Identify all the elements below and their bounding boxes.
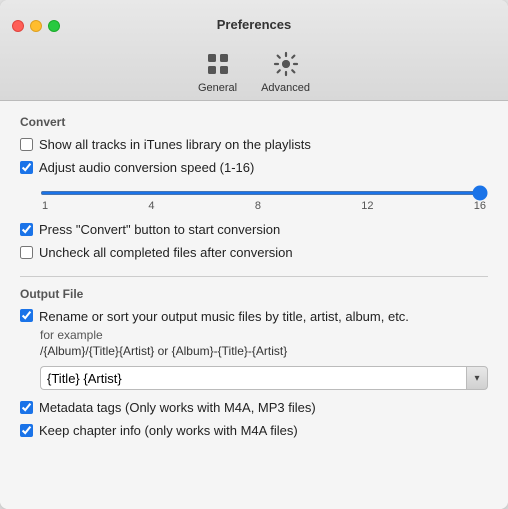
tab-general[interactable]: General bbox=[186, 44, 249, 100]
rename-sort-row: Rename or sort your output music files b… bbox=[20, 309, 488, 324]
speed-slider-container: 1 4 8 12 16 bbox=[40, 183, 488, 212]
slider-label-1: 1 bbox=[42, 200, 48, 212]
rename-sort-label[interactable]: Rename or sort your output music files b… bbox=[39, 309, 409, 324]
gear-icon bbox=[270, 48, 302, 80]
press-convert-row: Press "Convert" button to start conversi… bbox=[20, 222, 488, 237]
toolbar: General Advanced bbox=[186, 38, 322, 100]
keep-chapter-checkbox[interactable] bbox=[20, 424, 33, 437]
title-bar: Preferences General bbox=[0, 0, 508, 101]
section-divider bbox=[20, 276, 488, 277]
template-dropdown-button[interactable]: ▾ bbox=[466, 366, 488, 390]
press-convert-checkbox[interactable] bbox=[20, 223, 33, 236]
output-section: Output File Rename or sort your output m… bbox=[20, 287, 488, 438]
preferences-window: Preferences General bbox=[0, 0, 508, 509]
window-title: Preferences bbox=[217, 17, 291, 32]
traffic-lights bbox=[12, 20, 60, 32]
template-input[interactable] bbox=[40, 366, 466, 390]
adjust-audio-speed-label[interactable]: Adjust audio conversion speed (1-16) bbox=[39, 160, 254, 175]
chevron-down-icon: ▾ bbox=[474, 373, 479, 384]
slider-label-8: 8 bbox=[255, 200, 261, 212]
general-tab-label: General bbox=[198, 82, 237, 94]
rename-sort-checkbox[interactable] bbox=[20, 309, 33, 322]
uncheck-completed-row: Uncheck all completed files after conver… bbox=[20, 245, 488, 260]
close-button[interactable] bbox=[12, 20, 24, 32]
keep-chapter-label[interactable]: Keep chapter info (only works with M4A f… bbox=[39, 423, 298, 438]
general-icon bbox=[202, 48, 234, 80]
example-path-text: /{Album}/{Title}{Artist} or {Album}-{Tit… bbox=[40, 344, 488, 358]
show-all-tracks-label[interactable]: Show all tracks in iTunes library on the… bbox=[39, 137, 311, 152]
output-section-label: Output File bbox=[20, 287, 488, 301]
title-bar-top: Preferences bbox=[0, 10, 508, 38]
metadata-tags-row: Metadata tags (Only works with M4A, MP3 … bbox=[20, 400, 488, 415]
slider-label-12: 12 bbox=[361, 200, 373, 212]
adjust-audio-speed-row: Adjust audio conversion speed (1-16) bbox=[20, 160, 488, 175]
convert-section: Convert Show all tracks in iTunes librar… bbox=[20, 115, 488, 260]
keep-chapter-row: Keep chapter info (only works with M4A f… bbox=[20, 423, 488, 438]
slider-label-4: 4 bbox=[148, 200, 154, 212]
metadata-tags-checkbox[interactable] bbox=[20, 401, 33, 414]
press-convert-label[interactable]: Press "Convert" button to start conversi… bbox=[39, 222, 280, 237]
uncheck-completed-checkbox[interactable] bbox=[20, 246, 33, 259]
show-all-tracks-row: Show all tracks in iTunes library on the… bbox=[20, 137, 488, 152]
metadata-tags-label[interactable]: Metadata tags (Only works with M4A, MP3 … bbox=[39, 400, 316, 415]
for-example-text: for example bbox=[40, 328, 488, 342]
slider-label-16: 16 bbox=[474, 200, 486, 212]
speed-slider[interactable] bbox=[40, 191, 488, 195]
template-input-row: ▾ bbox=[40, 366, 488, 390]
tab-advanced[interactable]: Advanced bbox=[249, 44, 322, 100]
content-area: Convert Show all tracks in iTunes librar… bbox=[0, 101, 508, 509]
show-all-tracks-checkbox[interactable] bbox=[20, 138, 33, 151]
advanced-tab-label: Advanced bbox=[261, 82, 310, 94]
convert-section-label: Convert bbox=[20, 115, 488, 129]
slider-labels: 1 4 8 12 16 bbox=[40, 200, 488, 212]
uncheck-completed-label[interactable]: Uncheck all completed files after conver… bbox=[39, 245, 293, 260]
minimize-button[interactable] bbox=[30, 20, 42, 32]
adjust-audio-speed-checkbox[interactable] bbox=[20, 161, 33, 174]
maximize-button[interactable] bbox=[48, 20, 60, 32]
